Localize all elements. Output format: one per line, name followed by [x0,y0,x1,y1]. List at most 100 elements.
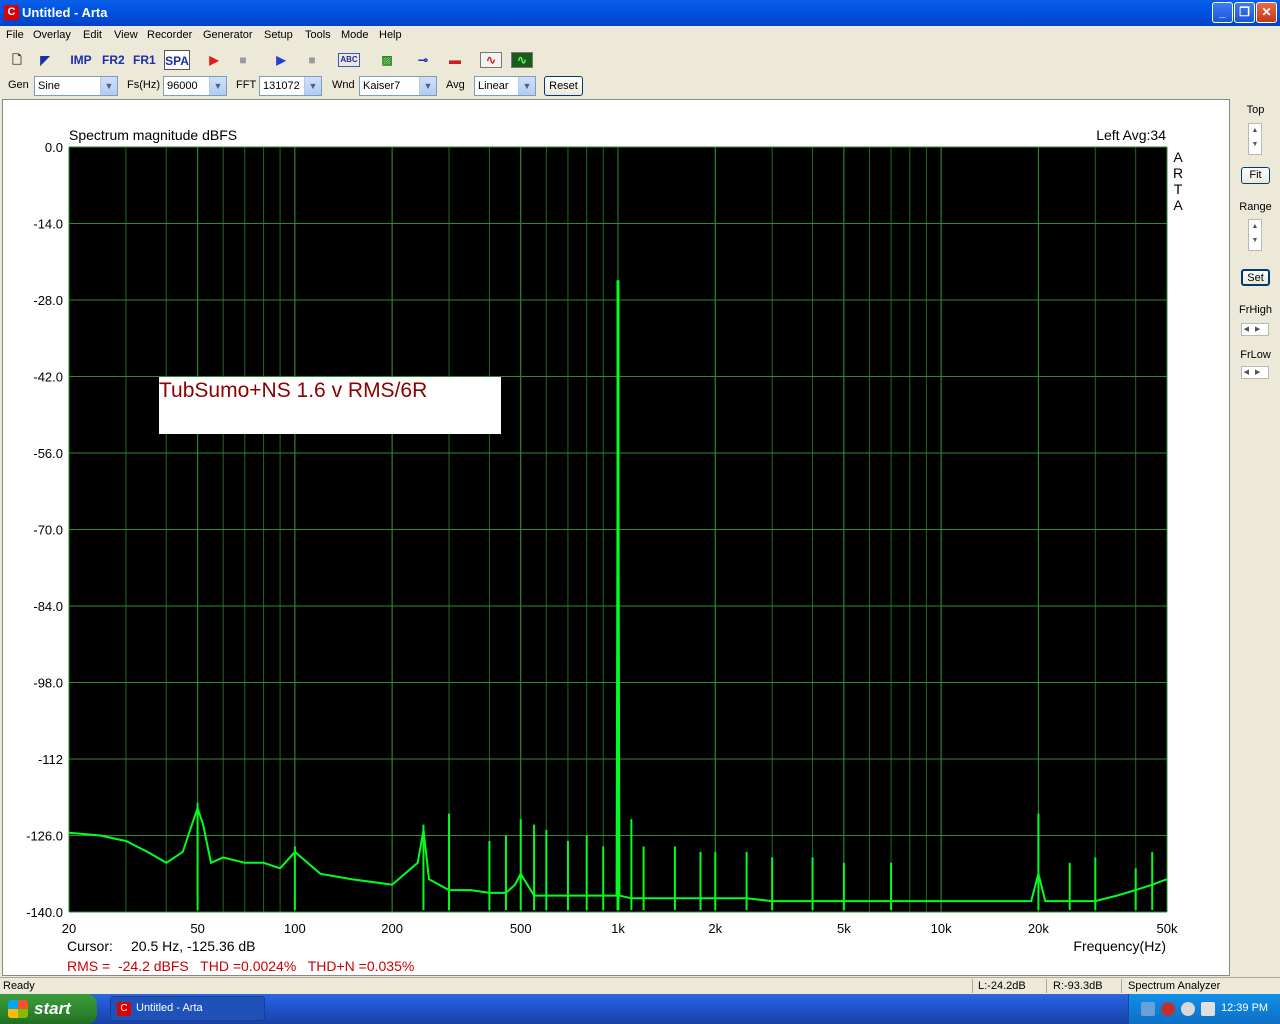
spectrum-chart[interactable]: Spectrum magnitude dBFS Left Avg:34 ARTA… [3,100,1231,977]
menu-setup[interactable]: Setup [264,29,293,41]
fr2-mode-button[interactable]: FR2 [102,50,125,70]
range-spinner[interactable]: ▲ ▼ [1248,219,1262,251]
overlay-icon[interactable]: ▨ [376,50,398,70]
chevron-down-icon: ▼ [419,77,436,95]
oscilloscope-icon[interactable]: ∿ [480,52,502,68]
fft-size-select[interactable]: 131072 ▼ [259,76,322,96]
chart-title: Spectrum magnitude dBFS [69,127,237,143]
status-ready: Ready [3,980,35,992]
start-button[interactable]: start [0,994,97,1024]
y-tick-label: -70.0 [33,523,63,538]
status-left-level: L:-24.2dB [978,980,1026,992]
scope-green-icon[interactable]: ∿ [511,52,533,68]
open-arrow-icon[interactable]: ◤ [34,50,56,70]
menu-file[interactable]: File [6,29,24,41]
impulse-mode-button[interactable]: IMP [70,50,92,70]
taskbar-item-label: Untitled - Arta [136,1002,203,1014]
x-tick-label: 1k [611,921,625,936]
arta-letter: R [1173,165,1183,181]
arta-letter: A [1173,197,1183,213]
windows-logo-icon [8,1000,28,1018]
x-tick-label: 2k [708,921,722,936]
menu-view[interactable]: View [114,29,138,41]
sample-rate-value: 96000 [167,80,198,92]
frhigh-label: FrHigh [1238,304,1272,316]
generator-stop-icon[interactable]: ■ [301,50,323,70]
cursor-label: Cursor: [67,938,113,954]
menu-generator[interactable]: Generator [203,29,253,41]
y-tick-label: 0.0 [45,140,63,155]
fs-label: Fs(Hz) [127,79,160,91]
volume-icon[interactable] [1201,1002,1215,1016]
y-tick-label: -98.0 [33,676,63,691]
menu-overlay[interactable]: Overlay [33,29,71,41]
frlow-spinner[interactable]: ◀▶ [1241,366,1269,379]
menu-recorder[interactable]: Recorder [147,29,192,41]
spectrum-color-icon[interactable]: ▬ [444,50,466,70]
menu-edit[interactable]: Edit [83,29,102,41]
network-icon[interactable] [1141,1002,1155,1016]
antivirus-icon[interactable] [1181,1002,1195,1016]
arta-letter: A [1173,149,1183,165]
arta-logo-icon: C [4,5,19,20]
averaging-select[interactable]: Linear ▼ [474,76,536,96]
chevron-down-icon: ▼ [304,77,321,95]
fft-size-value: 131072 [263,80,300,92]
fft-label: FFT [236,79,257,91]
generator-play-icon[interactable]: ▶ [270,50,292,70]
y-tick-label: -112 [38,752,63,767]
set-button[interactable]: Set [1241,269,1270,286]
frhigh-spinner[interactable]: ◀▶ [1241,323,1269,336]
spectrum-plot-pane[interactable]: Spectrum magnitude dBFS Left Avg:34 ARTA… [2,99,1230,976]
window-title: Untitled - Arta [22,5,108,20]
slider-settings-icon[interactable]: ⊸ [412,50,434,70]
new-file-icon[interactable]: 🗋 [6,50,28,70]
arta-logo-icon: C [117,1002,131,1016]
spa-mode-button[interactable]: SPA [164,50,190,70]
chevron-down-icon: ▼ [518,77,535,95]
menu-tools[interactable]: Tools [305,29,331,41]
y-tick-label: -14.0 [33,217,63,232]
minimize-button[interactable]: _ [1212,2,1233,23]
window-label: Wnd [332,79,355,91]
taskbar: start C Untitled - Arta 12:39 PM [0,994,1280,1024]
y-tick-label: -84.0 [33,599,63,614]
status-bar: Ready L:-24.2dB R:-93.3dB Spectrum Analy… [0,977,1280,994]
toolbar: 🗋 ◤ IMP FR2 FR1 SPA ▶ ■ ▶ ■ ABC ▨ ⊸ ▬ ∿ … [0,47,1280,73]
clock: 12:39 PM [1221,1002,1269,1014]
maximize-button[interactable]: ❐ [1234,2,1255,23]
top-spinner[interactable]: ▲ ▼ [1248,123,1262,155]
security-shield-icon[interactable] [1161,1002,1175,1016]
parameter-bar: Gen Sine ▼ Fs(Hz) 96000 ▼ FFT 131072 ▼ Wnd … [0,74,1280,98]
menu-mode[interactable]: Mode [341,29,369,41]
x-tick-labels: 20 50 100 200 500 1k 2k 5k 10k 20k 50k [62,921,1178,936]
fr1-mode-button[interactable]: FR1 [133,50,156,70]
status-right-level: R:-93.3dB [1053,980,1103,992]
y-tick-label: -140.0 [26,905,63,920]
taskbar-item-arta[interactable]: C Untitled - Arta [110,996,265,1021]
record-stop-icon[interactable]: ■ [232,50,254,70]
title-bar: C Untitled - Arta _ ❐ ✕ [0,0,1280,26]
fit-button[interactable]: Fit [1241,167,1270,184]
y-tick-label: -42.0 [33,370,63,385]
x-tick-label: 50 [190,921,204,936]
sample-rate-select[interactable]: 96000 ▼ [163,76,227,96]
menu-bar: File Overlay Edit View Recorder Generato… [0,26,1280,46]
frlow-label: FrLow [1240,349,1271,361]
top-label: Top [1246,104,1265,116]
cursor-value: 20.5 Hz, -125.36 dB [131,938,256,954]
y-tick-label: -126.0 [26,829,63,844]
avg-label: Avg [446,79,465,91]
y-tick-label: -28.0 [33,293,63,308]
averaging-value: Linear [478,80,509,92]
annotation-text: TubSumo+NS 1.6 v RMS/6R [159,379,427,402]
generator-select[interactable]: Sine ▼ [34,76,118,96]
reset-button[interactable]: Reset [544,76,583,96]
menu-help[interactable]: Help [379,29,402,41]
start-label: start [34,999,71,1018]
record-play-icon[interactable]: ▶ [203,50,225,70]
y-tick-label: -56.0 [33,446,63,461]
close-button[interactable]: ✕ [1256,2,1277,23]
abc-text-button[interactable]: ABC [338,53,360,67]
window-type-select[interactable]: Kaiser7 ▼ [359,76,437,96]
